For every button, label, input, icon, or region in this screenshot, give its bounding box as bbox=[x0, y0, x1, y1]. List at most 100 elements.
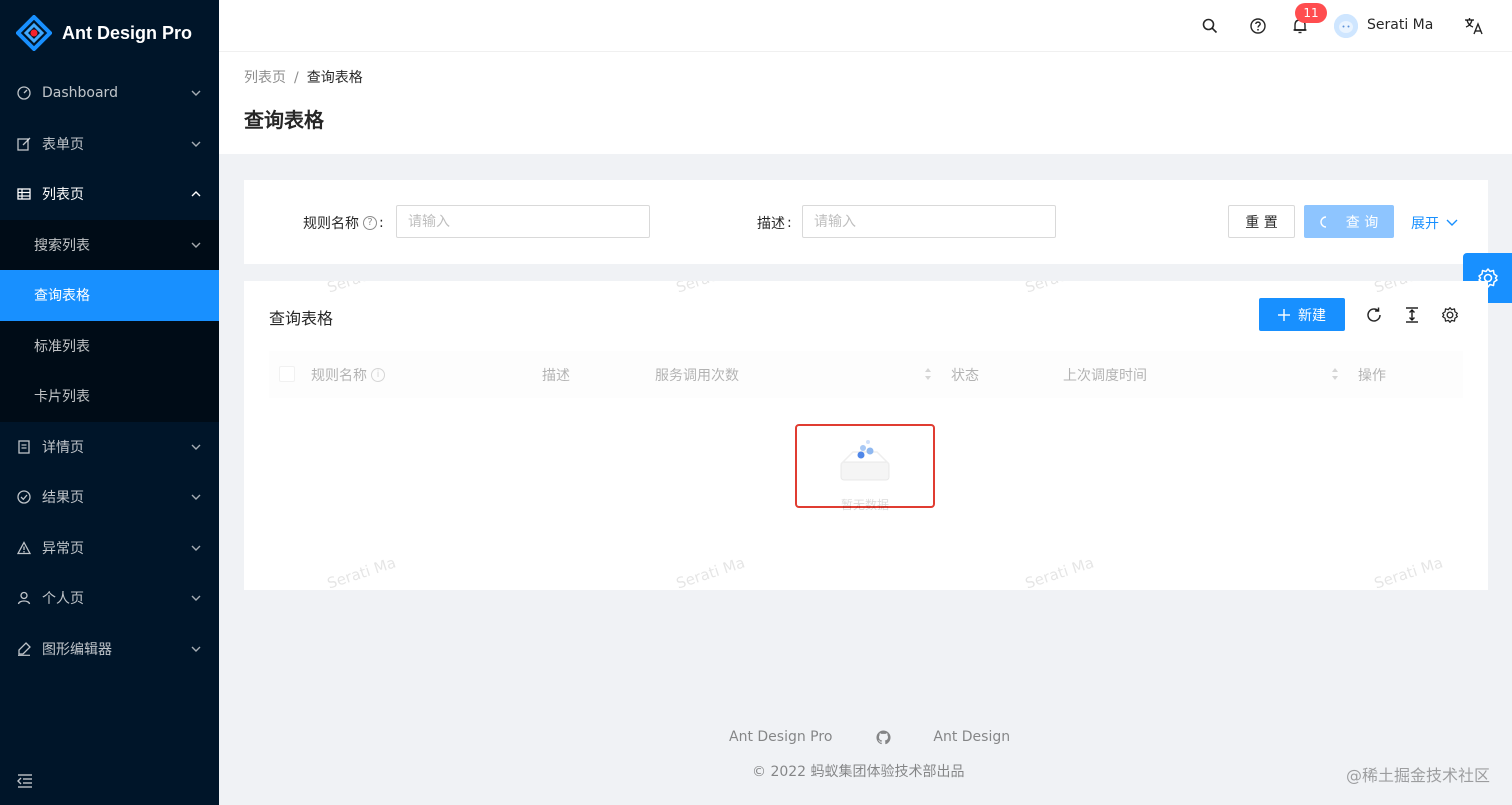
column-header-actions: 操作 bbox=[1358, 368, 1386, 384]
sort-icon[interactable] bbox=[924, 367, 932, 381]
search-icon[interactable] bbox=[1201, 17, 1219, 35]
breadcrumb-current: 查询表格 bbox=[306, 70, 363, 86]
query-button-label: 查 询 bbox=[1345, 214, 1379, 231]
rule-name-label-text: 规则名称 bbox=[303, 216, 359, 232]
empty-inbox-icon bbox=[840, 440, 890, 481]
chevron-down-icon bbox=[191, 444, 201, 450]
column-header-updated-at[interactable]: 上次调度时间 bbox=[1063, 365, 1147, 385]
search-form: 规则名称 ? : 描述 : 重 置 查 询 展开 bbox=[244, 180, 1488, 264]
sidebar-item-label: 搜索列表 bbox=[34, 237, 90, 254]
column-header-call-count[interactable]: 服务调用次数 bbox=[655, 365, 739, 385]
sidebar-item-label: 详情页 bbox=[42, 439, 84, 456]
corner-watermark: @稀土掘金技术社区 bbox=[1345, 766, 1490, 785]
setting-icon[interactable] bbox=[1441, 306, 1459, 324]
global-header: 11 Serati Ma bbox=[219, 0, 1512, 52]
chevron-up-icon bbox=[191, 191, 201, 197]
loading-icon bbox=[1320, 215, 1326, 228]
watermark: Serati Ma bbox=[1371, 553, 1446, 590]
desc-label: 描述 : bbox=[757, 213, 792, 233]
sidebar-item-label: 标准列表 bbox=[34, 338, 90, 355]
empty-text: 暂无数据 bbox=[840, 498, 889, 512]
expand-link[interactable]: 展开 bbox=[1411, 213, 1459, 233]
github-icon[interactable] bbox=[876, 729, 891, 745]
chevron-down-icon bbox=[191, 242, 201, 248]
column-header-desc: 描述 bbox=[542, 368, 570, 384]
watermark: Serati Ma bbox=[324, 553, 399, 590]
chevron-down-icon bbox=[191, 595, 201, 602]
footer-link[interactable]: Ant Design bbox=[933, 729, 1010, 745]
sidebar-item-label: 表单页 bbox=[42, 136, 84, 153]
watermark: Serati Ma bbox=[673, 553, 748, 590]
new-button[interactable]: 新建 bbox=[1259, 298, 1345, 331]
breadcrumb-item[interactable]: 列表页 bbox=[244, 70, 286, 86]
sidebar-item-card-list[interactable]: 卡片列表 bbox=[0, 371, 219, 422]
sidebar-item-list[interactable]: 列表页 bbox=[0, 169, 219, 220]
sidebar-item-exception[interactable]: 异常页 bbox=[0, 523, 219, 574]
notification-badge: 11 bbox=[1295, 3, 1327, 23]
reload-icon[interactable] bbox=[1365, 306, 1383, 324]
sidebar: Ant Design Pro Dashboard 表单页 列表页 搜索列表 查询… bbox=[0, 0, 219, 805]
sidebar-item-form[interactable]: 表单页 bbox=[0, 119, 219, 170]
table-icon bbox=[16, 186, 32, 202]
expand-label: 展开 bbox=[1411, 216, 1439, 232]
question-circle-icon[interactable] bbox=[1249, 17, 1267, 35]
sort-icon[interactable] bbox=[1331, 367, 1339, 381]
new-button-label: 新建 bbox=[1298, 307, 1326, 324]
check-circle-icon bbox=[16, 489, 32, 505]
app-logo[interactable]: Ant Design Pro bbox=[0, 0, 219, 66]
sidebar-item-label: 异常页 bbox=[42, 540, 84, 557]
copyright-text: 2022 蚂蚁集团体验技术部出品 bbox=[770, 764, 965, 780]
table-card: 查询表格 新建 规则名称 i 描述 服务调用次数 状态 上次调度时间 操作 暂无… bbox=[244, 281, 1488, 590]
sidebar-item-label: 卡片列表 bbox=[34, 389, 90, 406]
sidebar-item-label: 个人页 bbox=[42, 591, 84, 608]
breadcrumb: 列表页 / 查询表格 bbox=[244, 67, 363, 87]
page-header: 列表页 / 查询表格 查询表格 bbox=[219, 52, 1512, 154]
empty-state-highlight: 暂无数据 bbox=[795, 424, 935, 512]
info-circle-icon[interactable]: i bbox=[371, 368, 385, 382]
ant-design-logo-icon bbox=[16, 15, 52, 51]
watermark: Serati Ma bbox=[674, 281, 747, 297]
sidebar-item-dashboard[interactable]: Dashboard bbox=[0, 68, 219, 119]
copyright-icon: © bbox=[752, 764, 766, 780]
sidebar-item-label: 列表页 bbox=[42, 187, 84, 204]
sidebar-item-query-table[interactable]: 查询表格 bbox=[0, 270, 219, 321]
column-header-rule-name[interactable]: 规则名称 i bbox=[311, 365, 385, 385]
chevron-down-icon bbox=[1446, 219, 1458, 226]
query-button[interactable]: 查 询 bbox=[1304, 205, 1394, 238]
label-colon: : bbox=[379, 215, 384, 231]
sidebar-item-account[interactable]: 个人页 bbox=[0, 573, 219, 624]
column-header-label: 规则名称 bbox=[311, 368, 367, 384]
column-height-icon[interactable] bbox=[1403, 306, 1421, 324]
footer-link[interactable]: Ant Design Pro bbox=[729, 729, 832, 745]
label-colon: : bbox=[787, 215, 792, 231]
chevron-down-icon bbox=[191, 494, 201, 501]
watermark: Serati Ma bbox=[1023, 281, 1096, 297]
chevron-down-icon bbox=[191, 545, 201, 551]
form-icon bbox=[16, 136, 32, 152]
sidebar-item-standard-list[interactable]: 标准列表 bbox=[0, 321, 219, 372]
reset-button[interactable]: 重 置 bbox=[1228, 205, 1295, 238]
select-all-checkbox[interactable] bbox=[279, 366, 295, 382]
username[interactable]: Serati Ma bbox=[1367, 17, 1433, 33]
desc-input[interactable] bbox=[802, 205, 1056, 238]
sidebar-item-result[interactable]: 结果页 bbox=[0, 472, 219, 523]
chevron-down-icon bbox=[191, 141, 201, 147]
user-icon bbox=[16, 590, 32, 606]
warning-icon bbox=[16, 540, 32, 556]
watermark: Serati Ma bbox=[325, 281, 398, 297]
breadcrumb-separator: / bbox=[294, 70, 299, 86]
avatar[interactable] bbox=[1334, 14, 1358, 38]
sidebar-item-profile[interactable]: 详情页 bbox=[0, 422, 219, 473]
sidebar-item-label: 查询表格 bbox=[34, 288, 90, 305]
sidebar-item-search-list[interactable]: 搜索列表 bbox=[0, 220, 219, 271]
chevron-down-icon bbox=[191, 90, 201, 97]
highlight-icon bbox=[16, 641, 32, 657]
watermark: Serati Ma bbox=[1022, 553, 1097, 590]
app-title: Ant Design Pro bbox=[62, 22, 193, 43]
rule-name-input[interactable] bbox=[396, 205, 650, 238]
sidebar-item-editor[interactable]: 图形编辑器 bbox=[0, 624, 219, 675]
translation-icon[interactable] bbox=[1464, 16, 1484, 36]
column-header-status[interactable]: 状态 bbox=[951, 365, 979, 385]
menu-fold-icon[interactable] bbox=[17, 774, 33, 788]
question-circle-icon[interactable]: ? bbox=[363, 216, 377, 230]
